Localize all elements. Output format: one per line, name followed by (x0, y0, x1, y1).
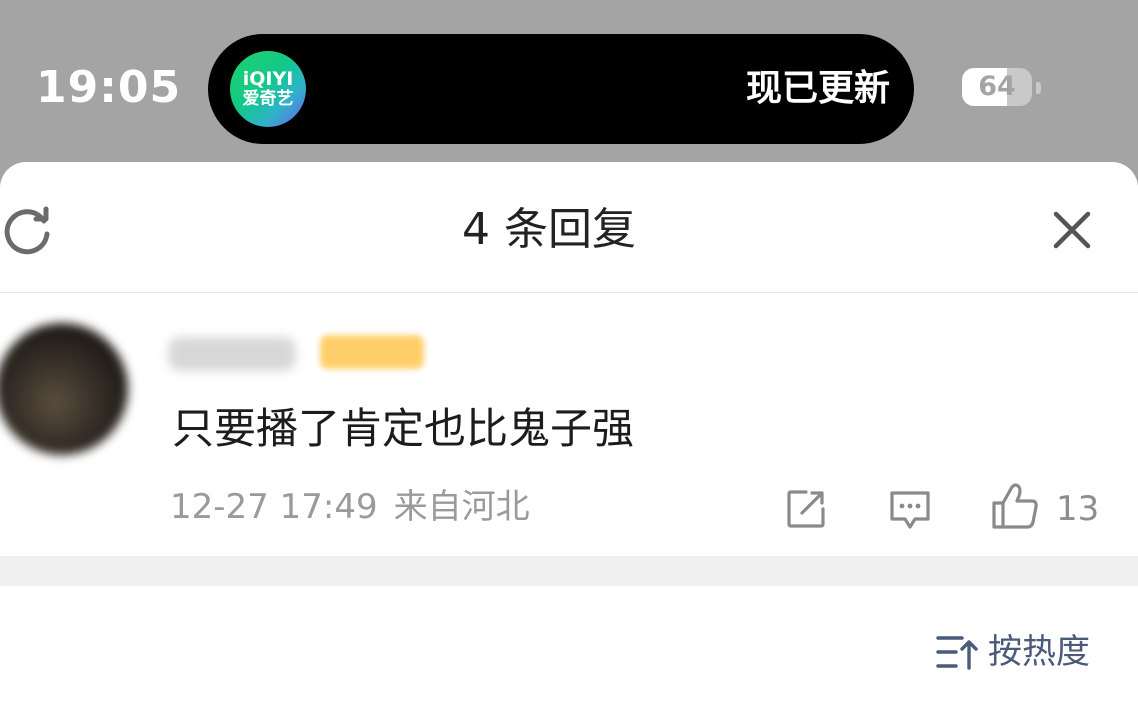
avatar[interactable] (0, 323, 128, 455)
sort-label: 按热度 (988, 632, 1090, 672)
comment-time: 12-27 17:49 (170, 487, 378, 527)
share-icon[interactable] (786, 489, 826, 529)
thumbs-up-icon[interactable] (990, 481, 1040, 531)
dynamic-island-notification[interactable]: iQIYI 爱奇艺 现已更新 (208, 34, 914, 144)
battery-icon: 64 (962, 68, 1032, 106)
comment-item[interactable]: 只要播了肯定也比鬼子强 12-27 17:49 来自河北 13 (0, 293, 1138, 556)
close-icon[interactable] (1048, 206, 1096, 254)
status-bar: 19:05 iQIYI 爱奇艺 现已更新 64 (0, 0, 1138, 162)
username-blurred[interactable] (168, 337, 296, 371)
like-count: 13 (1056, 489, 1100, 529)
battery-tip (1036, 82, 1041, 94)
sheet-title: 4 条回复 (462, 204, 636, 255)
section-divider (0, 556, 1138, 586)
app-logo-chinese: 爱奇艺 (242, 89, 294, 109)
screen: 19:05 iQIYI 爱奇艺 现已更新 64 4 条回复 只要播了肯定也比鬼子… (0, 0, 1138, 725)
app-logo-latin: iQIYI (242, 68, 294, 90)
reply-comment-icon[interactable] (888, 489, 932, 531)
island-message: 现已更新 (745, 68, 890, 109)
replies-sheet: 4 条回复 只要播了肯定也比鬼子强 12-27 17:49 来自河北 13 按热… (0, 162, 1138, 725)
sheet-header: 4 条回复 (0, 162, 1138, 293)
comment-meta: 12-27 17:49 来自河北 (170, 483, 530, 531)
battery-level: 64 (978, 71, 1016, 102)
status-time: 19:05 (36, 62, 182, 113)
comment-location: 来自河北 (393, 487, 530, 527)
user-level-badge (320, 335, 424, 369)
sort-by-hot-button[interactable]: 按热度 (936, 628, 1090, 676)
comment-text: 只要播了肯定也比鬼子强 (172, 404, 635, 453)
sort-icon (936, 636, 978, 670)
iqiyi-app-logo: iQIYI 爱奇艺 (230, 51, 306, 127)
